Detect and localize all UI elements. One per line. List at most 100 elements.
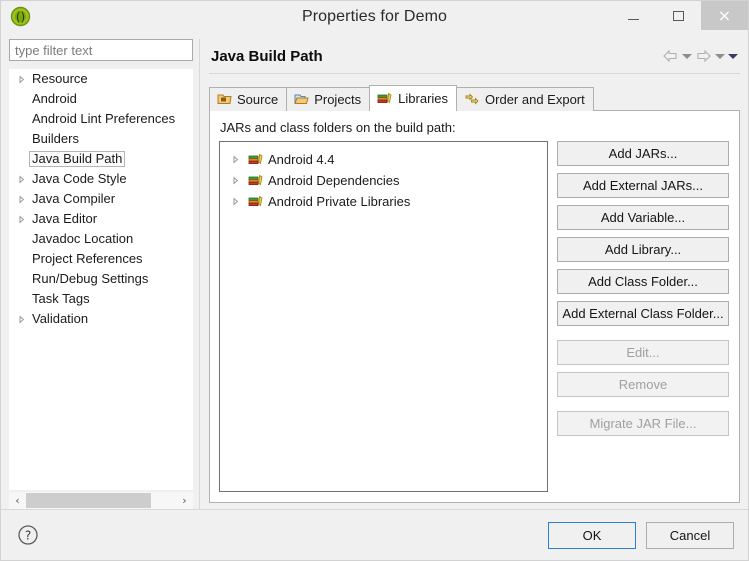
libraries-button-column: Add JARs... Add External JARs... Add Var…	[557, 141, 729, 492]
sidebar-item-java-code-style[interactable]: Java Code Style	[9, 169, 193, 189]
settings-page: Java Build Path Source Projects Librarie…	[199, 39, 740, 509]
close-icon: ×	[717, 5, 732, 25]
chevron-right-icon[interactable]	[14, 215, 29, 224]
tab-libraries[interactable]: Libraries	[369, 85, 458, 111]
minimize-button[interactable]	[611, 1, 656, 30]
tab-label: Libraries	[398, 91, 449, 106]
chevron-right-icon[interactable]	[14, 315, 29, 324]
ok-button[interactable]: OK	[548, 521, 636, 549]
settings-tree[interactable]: Resource Android Android Lint Preference…	[9, 69, 193, 490]
cancel-button[interactable]: Cancel	[646, 521, 734, 549]
add-library-button[interactable]: Add Library...	[557, 237, 729, 262]
sidebar-item-builders[interactable]: Builders	[9, 129, 193, 149]
sidebar-item-label: Javadoc Location	[32, 231, 134, 246]
page-title: Java Build Path	[211, 47, 323, 65]
sidebar-item-label: Run/Debug Settings	[32, 271, 149, 286]
remove-button[interactable]: Remove	[557, 372, 729, 397]
scrollbar-thumb[interactable]	[26, 493, 151, 508]
tab-label: Order and Export	[485, 92, 585, 107]
chevron-right-icon[interactable]	[14, 195, 29, 204]
projects-folder-icon	[294, 92, 309, 108]
forward-arrow-icon[interactable]	[695, 46, 712, 66]
build-path-entries-tree[interactable]: Android 4.4 Android Dependencies Android…	[219, 141, 548, 492]
sidebar-item-java-compiler[interactable]: Java Compiler	[9, 189, 193, 209]
chevron-right-icon[interactable]	[14, 75, 29, 84]
libraries-row: Android 4.4 Android Dependencies Android…	[219, 141, 729, 492]
sidebar-item-resource[interactable]: Resource	[9, 69, 193, 89]
sidebar-item-java-editor[interactable]: Java Editor	[9, 209, 193, 229]
sidebar-item-label: Java Editor	[32, 211, 98, 226]
sidebar-item-java-build-path[interactable]: Java Build Path	[9, 149, 193, 169]
libraries-tab-panel: JARs and class folders on the build path…	[209, 111, 740, 503]
sidebar-item-android-lint-preferences[interactable]: Android Lint Preferences	[9, 109, 193, 129]
close-button[interactable]: ×	[701, 1, 748, 30]
library-books-icon	[248, 173, 264, 189]
window-controls: ×	[611, 1, 748, 31]
sidebar-item-label: Builders	[32, 131, 79, 146]
chevron-right-icon[interactable]	[231, 155, 244, 164]
button-spacer	[557, 404, 729, 411]
back-dropdown-icon[interactable]	[682, 46, 692, 66]
sidebar-horizontal-scrollbar[interactable]: ‹ ›	[9, 492, 193, 509]
maximize-button[interactable]	[656, 1, 701, 30]
source-folder-icon	[217, 92, 232, 108]
entry-label: Android 4.4	[268, 152, 335, 167]
build-path-label: JARs and class folders on the build path…	[220, 120, 456, 135]
chevron-right-icon[interactable]	[14, 175, 29, 184]
entry-label: Android Private Libraries	[268, 194, 411, 209]
sidebar-item-task-tags[interactable]: Task Tags	[9, 289, 193, 309]
add-class-folder-button[interactable]: Add Class Folder...	[557, 269, 729, 294]
view-menu-icon[interactable]	[728, 46, 738, 66]
entry-label: Android Dependencies	[268, 173, 400, 188]
sidebar-item-label: Validation	[32, 311, 89, 326]
tab-label: Source	[237, 92, 279, 107]
add-jars-button[interactable]: Add JARs...	[557, 141, 729, 166]
sidebar-item-label: Java Compiler	[32, 191, 116, 206]
search-input[interactable]	[15, 42, 192, 58]
tab-source[interactable]: Source	[209, 87, 288, 111]
sidebar-item-project-references[interactable]: Project References	[9, 249, 193, 269]
sidebar-item-javadoc-location[interactable]: Javadoc Location	[9, 229, 193, 249]
tab-order-and-export[interactable]: Order and Export	[456, 87, 594, 111]
add-variable-button[interactable]: Add Variable...	[557, 205, 729, 230]
sidebar-item-validation[interactable]: Validation	[9, 309, 193, 329]
forward-dropdown-icon[interactable]	[715, 46, 725, 66]
tab-projects[interactable]: Projects	[286, 87, 371, 111]
library-books-icon	[248, 152, 264, 168]
page-navigation	[662, 39, 738, 73]
tab-label: Projects	[314, 92, 362, 107]
migrate-jar-file-button[interactable]: Migrate JAR File...	[557, 411, 729, 436]
library-books-icon	[248, 194, 264, 210]
sidebar-item-label: Task Tags	[32, 291, 90, 306]
sidebar-item-android[interactable]: Android	[9, 89, 193, 109]
scroll-left-icon[interactable]: ‹	[9, 492, 26, 509]
sidebar-item-label: Java Code Style	[32, 171, 127, 186]
add-external-jars-button[interactable]: Add External JARs...	[557, 173, 729, 198]
chevron-right-icon[interactable]	[231, 176, 244, 185]
title-bar: () Properties for Demo ×	[1, 1, 748, 39]
dialog-footer: ? OK Cancel	[1, 509, 748, 560]
edit-button[interactable]: Edit...	[557, 340, 729, 365]
tab-bar: Source Projects Libraries Order and Expo…	[209, 85, 740, 111]
page-header: Java Build Path	[209, 39, 740, 74]
libraries-books-icon	[377, 91, 393, 107]
scrollbar-track[interactable]	[26, 492, 176, 509]
sidebar-item-run-debug-settings[interactable]: Run/Debug Settings	[9, 269, 193, 289]
order-export-arrows-icon	[464, 92, 480, 108]
sidebar-item-label: Project References	[32, 251, 143, 266]
list-item[interactable]: Android Dependencies	[220, 170, 547, 191]
scroll-right-icon[interactable]: ›	[176, 492, 193, 509]
add-external-class-folder-button[interactable]: Add External Class Folder...	[557, 301, 729, 326]
back-arrow-icon[interactable]	[662, 46, 679, 66]
svg-text:?: ?	[25, 529, 31, 543]
chevron-right-icon[interactable]	[231, 197, 244, 206]
tab-filler	[592, 109, 740, 111]
properties-dialog: () Properties for Demo × Resource	[0, 0, 749, 561]
help-icon[interactable]: ?	[17, 524, 39, 546]
list-item[interactable]: Android Private Libraries	[220, 191, 547, 212]
list-item[interactable]: Android 4.4	[220, 149, 547, 170]
sidebar-item-label: Android Lint Preferences	[32, 111, 176, 126]
filter-box[interactable]	[9, 39, 193, 61]
sidebar-item-label: Resource	[32, 71, 88, 86]
sidebar-item-label: Java Build Path	[29, 151, 126, 167]
